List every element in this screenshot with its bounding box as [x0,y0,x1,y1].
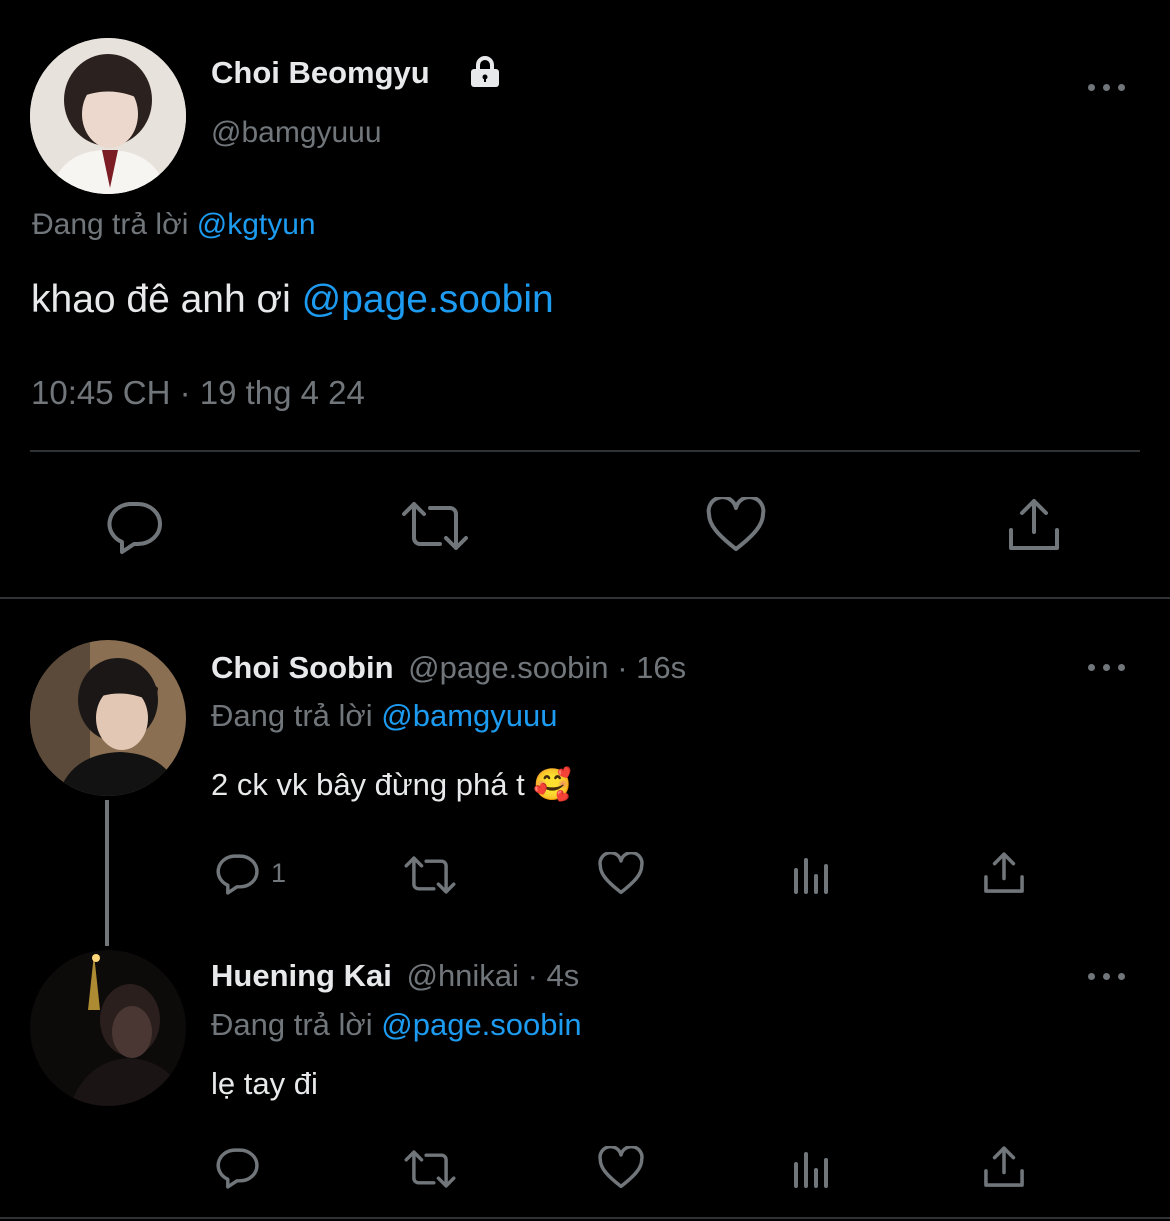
author-handle[interactable]: @hnikai [406,958,518,993]
more-options-icon[interactable] [1088,81,1128,93]
tweet-body: lẹ tay đi [211,1066,318,1101]
tweet-body: 2 ck vk bây đừng phá t [211,767,525,802]
mention-link[interactable]: @page.soobin [302,278,554,321]
avatar[interactable] [30,38,186,194]
share-icon[interactable] [1006,496,1062,554]
share-icon[interactable] [982,1144,1026,1190]
tweet-body: khao đê anh ơi [31,278,291,321]
like-icon[interactable] [598,1146,644,1190]
reply-count: 1 [271,858,287,888]
avatar[interactable] [30,640,186,796]
reply-to-link[interactable]: @page.soobin [381,1007,581,1042]
reply-to-link[interactable]: @kgtyun [197,208,316,241]
reply-icon[interactable] [104,496,164,556]
like-icon[interactable] [598,852,644,896]
retweet-icon[interactable] [400,496,470,556]
tweet-text: khao đê anh ơi @page.soobin [31,278,554,322]
reply-icon[interactable] [214,1144,260,1190]
timestamp[interactable]: 10:45 CH · 19 thg 4 24 [31,374,365,412]
author-name[interactable]: Choi Beomgyu [211,55,430,91]
thread-line [105,800,109,946]
retweet-icon[interactable] [402,1146,458,1192]
section-divider [0,597,1170,599]
reply-context: Đang trả lời @page.soobin [211,1007,582,1043]
like-icon[interactable] [706,497,766,553]
reply-context: Đang trả lời @bamgyuuu [211,698,558,734]
reply-prefix: Đang trả lời [32,208,189,241]
reply-to-link[interactable]: @bamgyuuu [381,698,557,733]
share-icon[interactable] [982,850,1026,896]
reply-icon[interactable] [214,850,260,896]
relative-time[interactable]: · 16s [617,650,686,685]
relative-time[interactable]: · 4s [528,958,580,993]
reply-prefix: Đang trả lời [211,1007,373,1042]
views-icon[interactable] [792,1150,834,1190]
reply-context: Đang trả lời @kgtyun [32,208,316,242]
author-name[interactable]: Huening Kai [211,958,392,993]
views-icon[interactable] [792,856,834,896]
author-handle[interactable]: @page.soobin [408,650,608,685]
emoji: 🥰 [533,767,572,802]
retweet-icon[interactable] [402,852,458,898]
bottom-divider [0,1217,1170,1219]
reply-header: Huening Kai @hnikai · 4s [211,958,579,994]
author-name[interactable]: Choi Soobin [211,650,394,685]
divider [30,450,1140,452]
more-options-icon[interactable] [1088,970,1128,982]
more-options-icon[interactable] [1088,661,1128,673]
avatar[interactable] [30,950,186,1106]
lock-icon [468,55,502,89]
tweet-text: 2 ck vk bây đừng phá t 🥰 [211,766,572,803]
reply-prefix: Đang trả lời [211,698,373,733]
reply-header: Choi Soobin @page.soobin · 16s [211,650,686,686]
author-handle[interactable]: @bamgyuuu [211,116,382,150]
